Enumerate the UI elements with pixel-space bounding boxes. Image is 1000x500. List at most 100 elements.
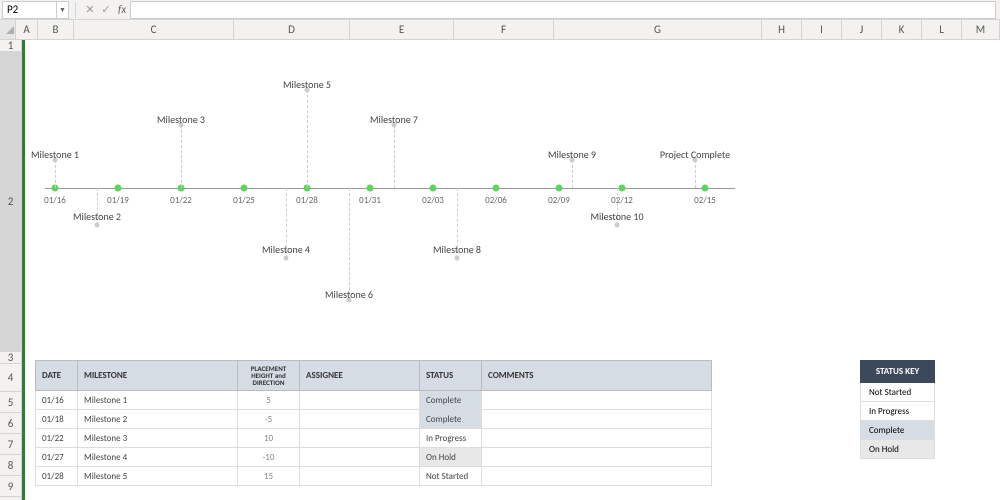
cell-comments[interactable] <box>482 410 712 429</box>
cell-status[interactable]: Not Started <box>420 467 482 486</box>
cell-date[interactable]: 01/16 <box>36 391 78 410</box>
status-key-row: On Hold <box>861 440 935 459</box>
cell-placement[interactable]: -5 <box>238 410 300 429</box>
cell-date[interactable]: 01/22 <box>36 429 78 448</box>
milestone-drop-line <box>394 125 395 188</box>
status-key-title: STATUS KEY <box>861 361 935 383</box>
row-headers: 123456789 <box>0 40 22 500</box>
row-header-2[interactable]: 2 <box>0 52 21 352</box>
column-header-J[interactable]: J <box>842 20 882 39</box>
milestone-label: Milestone 1 <box>31 148 79 161</box>
row-header-7[interactable]: 7 <box>0 434 21 455</box>
cell-milestone[interactable]: Milestone 3 <box>78 429 238 448</box>
status-key-item: Not Started <box>861 383 935 402</box>
cell-date[interactable]: 01/18 <box>36 410 78 429</box>
column-header-H[interactable]: H <box>762 20 802 39</box>
row-header-4[interactable]: 4 <box>0 364 21 392</box>
col-header-status[interactable]: STATUS <box>420 361 482 391</box>
column-header-B[interactable]: B <box>38 20 74 39</box>
row-header-9[interactable]: 9 <box>0 476 21 497</box>
column-header-C[interactable]: C <box>74 20 234 39</box>
enter-icon[interactable]: ✓ <box>98 2 114 18</box>
table-row[interactable]: 01/28Milestone 515 Not Started <box>36 467 712 486</box>
cell-milestone[interactable]: Milestone 5 <box>78 467 238 486</box>
col-header-comments[interactable]: COMMENTS <box>482 361 712 391</box>
row-header-5[interactable]: 5 <box>0 392 21 413</box>
cell-assignee[interactable] <box>300 429 420 448</box>
cell-placement[interactable]: 10 <box>238 429 300 448</box>
axis-tick-label: 02/15 <box>694 195 716 206</box>
milestone-label: Milestone 8 <box>433 243 481 256</box>
milestone-label: Project Complete <box>660 148 730 161</box>
table-row[interactable]: 01/22Milestone 310 In Progress <box>36 429 712 448</box>
axis-tick <box>556 185 563 192</box>
fx-icon[interactable]: fx <box>118 3 126 16</box>
column-header-D[interactable]: D <box>234 20 350 39</box>
axis-tick-label: 01/16 <box>44 195 66 206</box>
column-header-I[interactable]: I <box>802 20 842 39</box>
axis-tick <box>493 185 500 192</box>
sheet-content[interactable]: 01/1601/1901/2201/2501/2801/3102/0302/06… <box>22 40 1000 500</box>
cell-milestone[interactable]: Milestone 2 <box>78 410 238 429</box>
cell-placement[interactable]: -10 <box>238 448 300 467</box>
cell-placement[interactable]: 5 <box>238 391 300 410</box>
name-box[interactable]: P2 <box>2 1 57 19</box>
cell-date[interactable]: 01/27 <box>36 448 78 467</box>
col-header-date[interactable]: DATE <box>36 361 78 391</box>
select-all-corner[interactable] <box>0 20 16 39</box>
milestone-drop-line <box>307 90 308 188</box>
cell-milestone[interactable]: Milestone 1 <box>78 391 238 410</box>
column-header-A[interactable]: A <box>16 20 38 39</box>
cell-status[interactable]: Complete <box>420 391 482 410</box>
name-box-row: P2 ▼ ✕ ✓ fx <box>0 0 1000 20</box>
cell-comments[interactable] <box>482 467 712 486</box>
column-header-E[interactable]: E <box>350 20 454 39</box>
axis-tick <box>115 185 122 192</box>
axis-tick-label: 02/12 <box>611 195 633 206</box>
column-header-L[interactable]: L <box>922 20 962 39</box>
cell-placement[interactable]: 15 <box>238 467 300 486</box>
name-box-dropdown[interactable]: ▼ <box>57 1 69 19</box>
milestone-point <box>615 223 620 228</box>
milestone-label: Milestone 5 <box>283 78 331 91</box>
milestone-label: Milestone 7 <box>370 113 418 126</box>
row-header-3[interactable]: 3 <box>0 352 21 364</box>
table-row[interactable]: 01/16Milestone 15 Complete <box>36 391 712 410</box>
column-header-M[interactable]: M <box>962 20 1000 39</box>
milestone-label: Milestone 9 <box>548 148 596 161</box>
col-header-placement[interactable]: PLACEMENT HEIGHT and DIRECTION <box>238 361 300 391</box>
cancel-icon[interactable]: ✕ <box>82 2 98 18</box>
cell-status[interactable]: Complete <box>420 410 482 429</box>
cell-comments[interactable] <box>482 448 712 467</box>
col-header-milestone[interactable]: MILESTONE <box>78 361 238 391</box>
status-key-row: Not Started <box>861 383 935 402</box>
column-header-G[interactable]: G <box>554 20 762 39</box>
cell-status[interactable]: In Progress <box>420 429 482 448</box>
status-key-row: In Progress <box>861 402 935 421</box>
cell-milestone[interactable]: Milestone 4 <box>78 448 238 467</box>
cell-assignee[interactable] <box>300 467 420 486</box>
cell-status[interactable]: On Hold <box>420 448 482 467</box>
axis-tick <box>367 185 374 192</box>
table-row[interactable]: 01/27Milestone 4-10 On Hold <box>36 448 712 467</box>
tables-area: DATEMILESTONEPLACEMENT HEIGHT and DIRECT… <box>35 360 995 486</box>
milestone-point <box>284 256 289 261</box>
milestone-label: Milestone 10 <box>590 210 643 223</box>
cell-assignee[interactable] <box>300 391 420 410</box>
cell-date[interactable]: 01/28 <box>36 467 78 486</box>
axis-tick-label: 01/22 <box>170 195 192 206</box>
milestone-drop-line <box>349 188 350 300</box>
cell-assignee[interactable] <box>300 448 420 467</box>
row-header-8[interactable]: 8 <box>0 455 21 476</box>
cell-comments[interactable] <box>482 429 712 448</box>
cell-comments[interactable] <box>482 391 712 410</box>
column-header-K[interactable]: K <box>882 20 922 39</box>
row-header-1[interactable]: 1 <box>0 40 21 52</box>
table-row[interactable]: 01/18Milestone 2-5 Complete <box>36 410 712 429</box>
cell-assignee[interactable] <box>300 410 420 429</box>
chart-axis <box>45 188 735 189</box>
column-header-F[interactable]: F <box>454 20 554 39</box>
formula-bar[interactable] <box>130 1 996 19</box>
row-header-6[interactable]: 6 <box>0 413 21 434</box>
col-header-assignee[interactable]: ASSIGNEE <box>300 361 420 391</box>
